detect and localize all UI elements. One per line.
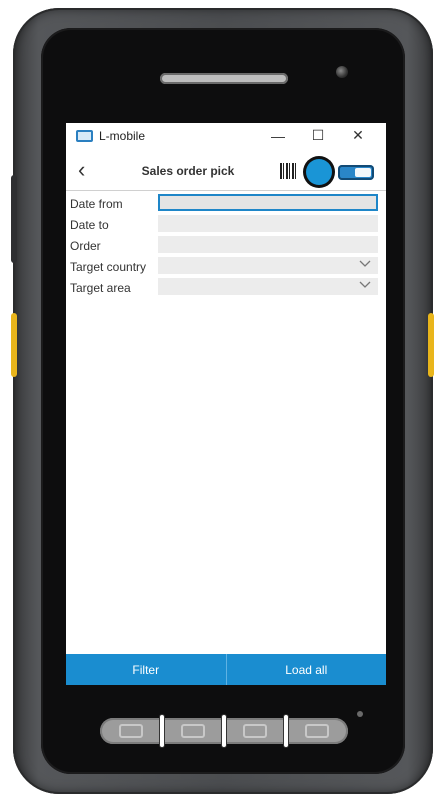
date-to-label: Date to <box>70 217 109 232</box>
load-all-button[interactable]: Load all <box>226 654 386 685</box>
field-row-date-from: Date from <box>66 193 386 214</box>
microphone <box>357 711 363 717</box>
search-key-icon[interactable] <box>305 724 329 738</box>
header-divider <box>66 190 386 191</box>
scan-trigger-left <box>11 313 17 377</box>
page-title: Sales order pick <box>141 164 235 178</box>
filter-button[interactable]: Filter <box>66 654 226 685</box>
toggle-track <box>338 165 374 180</box>
nav-divider <box>222 715 226 747</box>
scan-toggle[interactable] <box>306 159 380 185</box>
field-row-target-country: Target country <box>66 256 386 277</box>
chevron-down-icon[interactable] <box>359 281 371 289</box>
window-title: L-mobile <box>99 128 146 143</box>
menu-key-icon[interactable] <box>119 724 143 738</box>
target-area-label: Target area <box>70 280 131 295</box>
app-logo-icon <box>76 129 93 142</box>
target-country-label: Target country <box>70 259 147 274</box>
page-header: ‹ Sales order pick <box>66 154 386 188</box>
window-controls: — ☐ ✕ <box>258 123 378 148</box>
close-button[interactable]: ✕ <box>338 127 378 144</box>
target-country-select[interactable] <box>158 257 378 274</box>
order-input[interactable] <box>158 236 378 253</box>
side-button <box>11 175 17 263</box>
hardware-nav-bar <box>100 715 348 747</box>
barcode-icon[interactable] <box>280 163 298 179</box>
minimize-button[interactable]: — <box>258 128 298 144</box>
filter-form: Date from Date to Order Target country T… <box>66 193 386 298</box>
window-titlebar: L-mobile — ☐ ✕ <box>66 123 386 148</box>
date-from-input[interactable] <box>158 194 378 211</box>
home-key-icon[interactable] <box>181 724 205 738</box>
nav-divider <box>160 715 164 747</box>
field-row-date-to: Date to <box>66 214 386 235</box>
toggle-knob[interactable] <box>306 159 332 185</box>
date-to-input[interactable] <box>158 215 378 232</box>
scan-trigger-right <box>428 313 434 377</box>
action-bar: Filter Load all <box>66 654 386 685</box>
app-screen: L-mobile — ☐ ✕ ‹ Sales order pick Date f… <box>66 123 386 685</box>
field-row-target-area: Target area <box>66 277 386 298</box>
date-from-label: Date from <box>70 196 123 211</box>
target-area-select[interactable] <box>158 278 378 295</box>
back-key-icon[interactable] <box>243 724 267 738</box>
order-label: Order <box>70 238 101 253</box>
chevron-down-icon[interactable] <box>359 260 371 268</box>
nav-divider <box>284 715 288 747</box>
maximize-button[interactable]: ☐ <box>298 127 338 144</box>
field-row-order: Order <box>66 235 386 256</box>
speaker-grille <box>160 73 288 84</box>
front-camera <box>336 66 348 78</box>
